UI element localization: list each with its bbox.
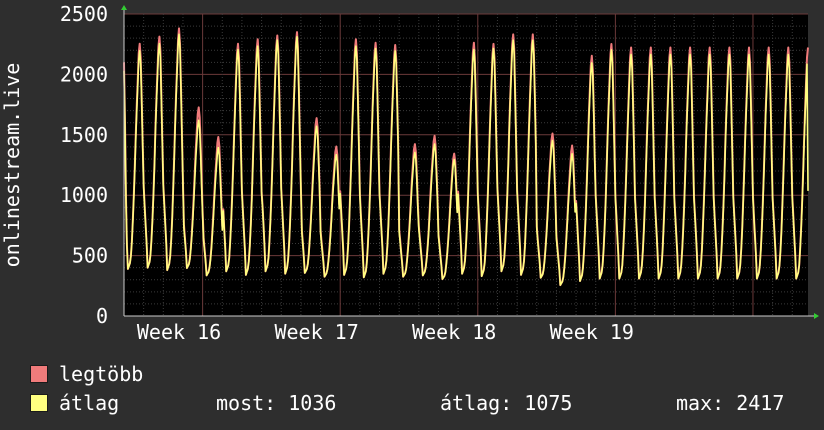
- stat-now: most: 1036: [216, 391, 337, 415]
- x-tick-label: Week 17: [274, 320, 358, 344]
- x-tick-label: Week 19: [550, 320, 634, 344]
- y-axis-arrow: [121, 5, 127, 10]
- y-tick-label: 1500: [60, 123, 108, 147]
- legend-label-max: legtöbb: [59, 362, 144, 386]
- y-tick-label: 2000: [60, 62, 108, 86]
- legend-item-avg: átlag: [30, 391, 119, 415]
- stat-max: max: 2417: [676, 391, 785, 415]
- y-tick-label: 0: [96, 304, 108, 328]
- y-tick-label: 500: [72, 244, 108, 268]
- y-axis-label: onlinestream.live: [0, 63, 24, 268]
- y-tick-label: 2500: [60, 2, 108, 26]
- stat-avg: átlag: 1075: [440, 391, 573, 415]
- avg-series-swatch: [30, 394, 48, 412]
- x-tick-label: Week 18: [412, 320, 496, 344]
- max-series-swatch: [30, 365, 48, 383]
- y-ticks: 0 500 1000 1500 2000 2500: [60, 2, 108, 328]
- y-tick-label: 1000: [60, 183, 108, 207]
- x-ticks: Week 16 Week 17 Week 18 Week 19: [137, 320, 634, 344]
- x-axis-arrow: [814, 313, 819, 319]
- legend-item-max: legtöbb: [30, 362, 143, 386]
- legend-label-avg: átlag: [59, 391, 120, 415]
- x-tick-label: Week 16: [137, 320, 221, 344]
